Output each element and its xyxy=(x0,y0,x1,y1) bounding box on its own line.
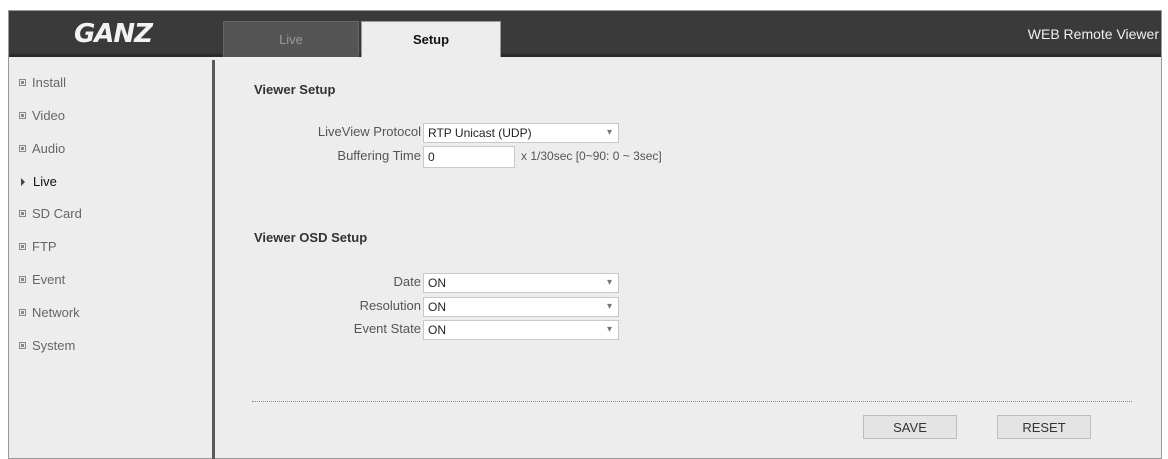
sidebar-item-label: Live xyxy=(33,174,57,189)
protocol-select[interactable]: RTP Unicast (UDP) ▾ xyxy=(423,123,619,143)
chevron-down-icon: ▾ xyxy=(606,324,612,335)
osd-setup-title: Viewer OSD Setup xyxy=(254,230,368,245)
square-bullet-icon xyxy=(19,342,26,349)
divider xyxy=(252,401,1132,402)
sidebar-item-audio[interactable]: Audio xyxy=(19,141,65,156)
chevron-down-icon: ▾ xyxy=(606,301,612,312)
square-bullet-icon xyxy=(19,112,26,119)
save-button[interactable]: SAVE xyxy=(863,415,957,439)
reset-button[interactable]: RESET xyxy=(997,415,1091,439)
sidebar-item-network[interactable]: Network xyxy=(19,305,80,320)
resolution-label: Resolution xyxy=(359,298,421,313)
sidebar-item-label: Audio xyxy=(32,141,66,156)
sidebar-item-event[interactable]: Event xyxy=(19,272,65,287)
square-bullet-icon xyxy=(19,145,26,152)
main-content: Viewer Setup LiveView Protocol RTP Unica… xyxy=(221,60,1161,459)
square-bullet-icon xyxy=(19,309,26,316)
tab-setup-label: Setup xyxy=(412,32,450,47)
sidebar-item-label: SD Card xyxy=(32,206,82,221)
tab-live-label: Live xyxy=(279,32,303,47)
triangle-right-icon xyxy=(21,177,25,186)
buffering-label: Buffering Time xyxy=(337,148,421,163)
sidebar-item-label: Video xyxy=(32,108,66,123)
sidebar-item-install[interactable]: Install xyxy=(19,75,66,90)
sidebar-item-label: System xyxy=(32,338,76,353)
square-bullet-icon xyxy=(19,276,26,283)
sidebar-item-label: Install xyxy=(32,75,66,90)
buffering-hint: x 1/30sec [0~90: 0 ~ 3sec] xyxy=(521,149,662,163)
sidebar: Install Video Audio Live SD Card FTP Eve… xyxy=(9,60,215,459)
resolution-select[interactable]: ON ▾ xyxy=(423,297,619,317)
sidebar-item-video[interactable]: Video xyxy=(19,108,65,123)
sidebar-item-label: Event xyxy=(32,272,66,287)
tab-live[interactable]: Live xyxy=(223,21,359,57)
sidebar-item-label: Network xyxy=(32,305,80,320)
date-select[interactable]: ON ▾ xyxy=(423,273,619,293)
viewer-setup-title: Viewer Setup xyxy=(254,82,336,97)
sidebar-item-sd-card[interactable]: SD Card xyxy=(19,206,82,221)
chevron-down-icon: ▾ xyxy=(606,277,612,288)
sidebar-item-live[interactable]: Live xyxy=(19,174,57,189)
logo-text: GANZ xyxy=(73,19,153,49)
protocol-label: LiveView Protocol xyxy=(317,124,421,139)
app-window: GANZ Live Setup WEB Remote Viewer Instal… xyxy=(8,10,1162,459)
buffering-input[interactable] xyxy=(423,146,515,168)
chevron-down-icon: ▾ xyxy=(606,127,612,138)
brand-logo: GANZ xyxy=(9,11,217,57)
square-bullet-icon xyxy=(19,210,26,217)
header-bar: GANZ Live Setup WEB Remote Viewer xyxy=(9,11,1161,57)
event-state-select-value: ON xyxy=(428,323,446,337)
tab-setup[interactable]: Setup xyxy=(361,21,501,57)
event-state-label: Event State xyxy=(353,321,421,336)
square-bullet-icon xyxy=(19,79,26,86)
event-state-select[interactable]: ON ▾ xyxy=(423,320,619,340)
protocol-select-value: RTP Unicast (UDP) xyxy=(428,126,532,140)
date-label: Date xyxy=(393,274,421,289)
sidebar-item-label: FTP xyxy=(32,239,57,254)
app-title: WEB Remote Viewer xyxy=(1027,26,1159,42)
square-bullet-icon xyxy=(19,243,26,250)
sidebar-item-system[interactable]: System xyxy=(19,338,75,353)
resolution-select-value: ON xyxy=(428,300,446,314)
sidebar-item-ftp[interactable]: FTP xyxy=(19,239,57,254)
date-select-value: ON xyxy=(428,276,446,290)
